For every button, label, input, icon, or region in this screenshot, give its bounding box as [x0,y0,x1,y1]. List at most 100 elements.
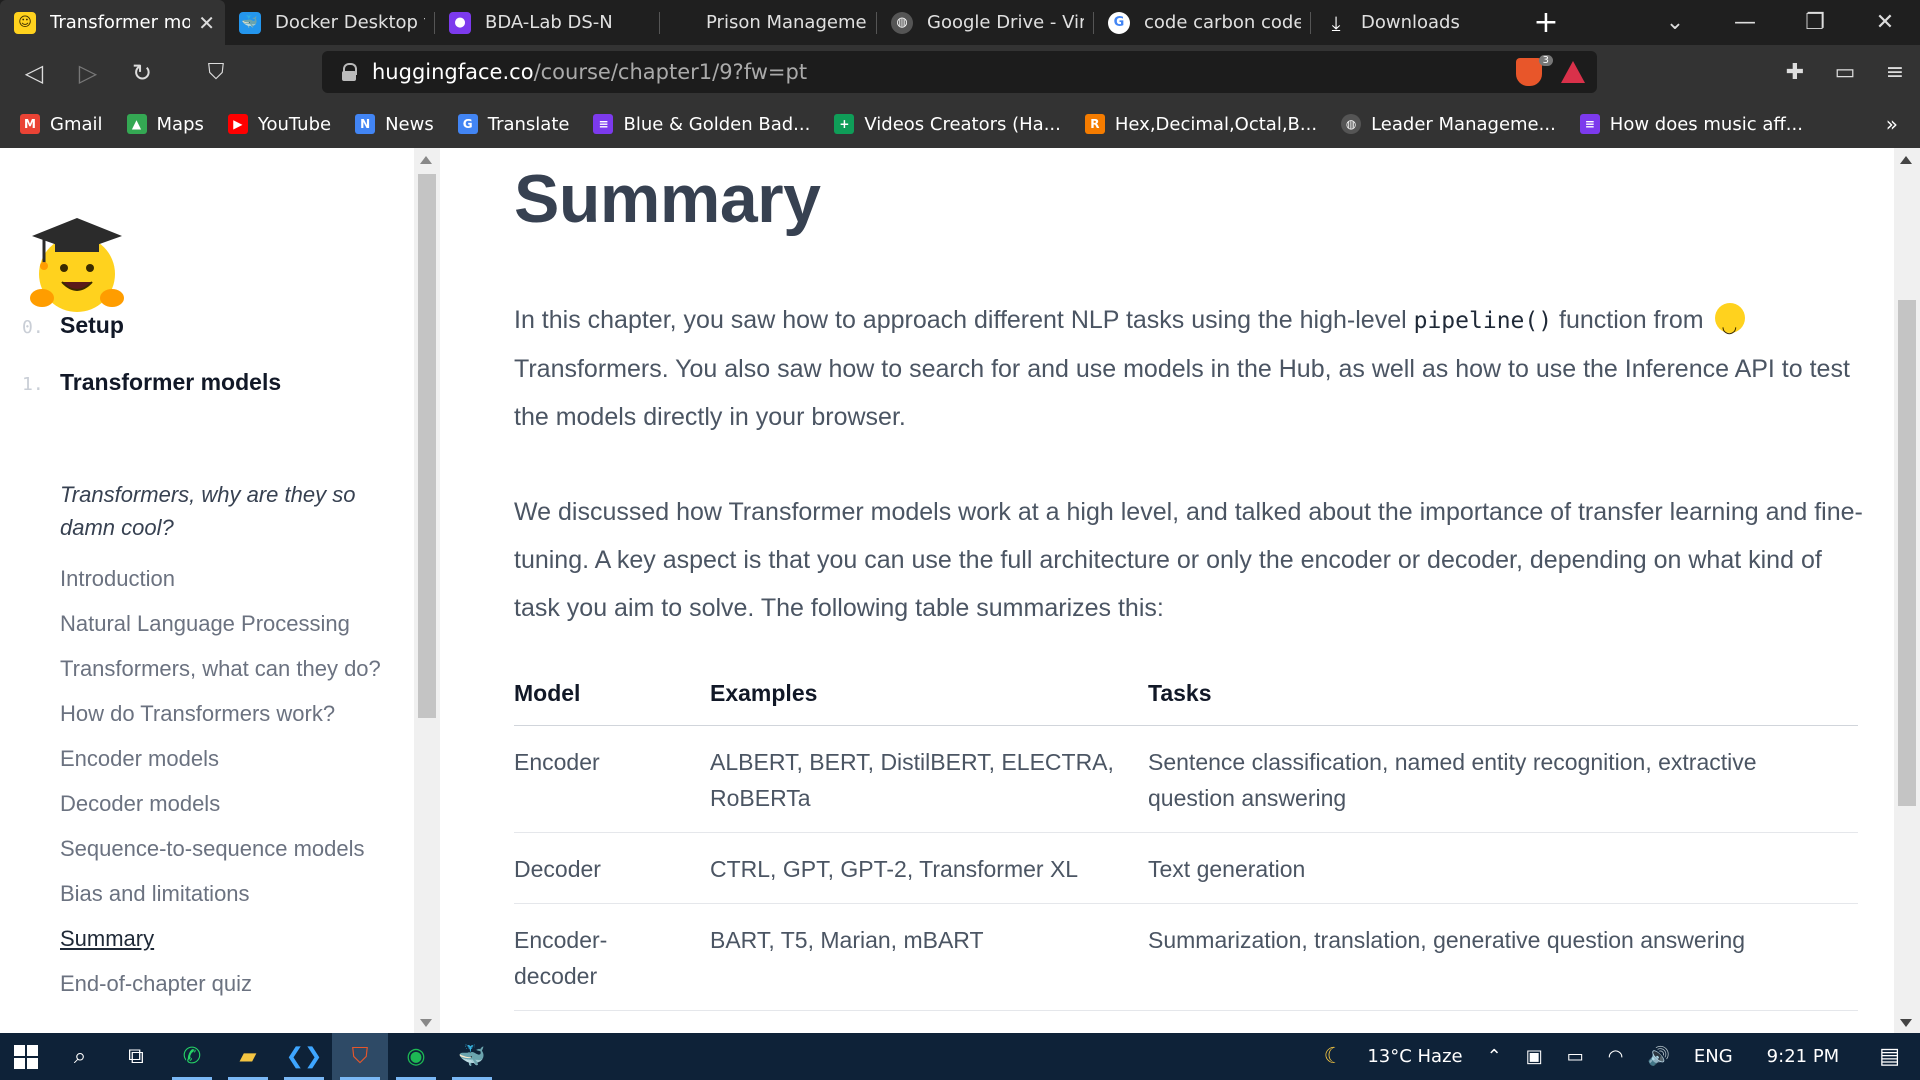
weather-text[interactable]: 13°C Haze [1367,1046,1462,1067]
intro-paragraph: In this chapter, you saw how to approach… [514,296,1874,441]
sidebar-item-nlp[interactable]: Natural Language Processing [60,607,400,640]
show-hidden-icons-icon[interactable]: ⌃ [1487,1046,1502,1067]
sidebar-item-why-cool[interactable]: Transformers, why are they so damn cool? [60,478,380,544]
sidebar-item-encoder-models[interactable]: Encoder models [60,742,400,775]
sheets-icon: + [834,114,855,134]
cell-examples: ALBERT, BERT, DistilBERT, ELECTRA, RoBER… [710,725,1148,833]
tab-title: Transformer models [50,12,191,33]
sidebar-item-bias[interactable]: Bias and limitations [60,877,400,910]
google-icon: G [1108,11,1130,34]
sidebar-scrollbar[interactable] [414,148,440,1033]
volume-icon[interactable]: 🔊 [1647,1046,1669,1067]
cell-model: Encoder [514,725,710,833]
main-content: Summary In this chapter, you saw how to … [440,148,1894,1033]
meet-icon[interactable]: ▣ [1526,1046,1543,1067]
bookmark-blue-golden[interactable]: ≡ Blue & Golden Bad... [593,114,810,135]
spotify-icon[interactable]: ◉ [388,1033,444,1080]
scrollbar-thumb[interactable] [418,174,436,718]
tab-downloads[interactable]: ⤓ Downloads [1311,0,1521,45]
file-explorer-icon[interactable]: ▰ [220,1033,276,1080]
minimize-button[interactable]: — [1710,0,1780,45]
sidebar-item-decoder-models[interactable]: Decoder models [60,787,400,820]
wallet-icon[interactable]: ▭ [1820,45,1870,100]
discussion-paragraph: We discussed how Transformer models work… [514,498,1863,622]
sidebar-item-seq2seq[interactable]: Sequence-to-sequence models [60,832,400,865]
table-row: Decoder CTRL, GPT, GPT-2, Transformer XL… [514,832,1858,904]
sidebar-item-summary[interactable]: Summary [60,922,400,955]
bookmark-videos-creators[interactable]: + Videos Creators (Ha... [834,114,1061,135]
brave-rewards-icon[interactable] [1561,61,1585,83]
close-window-button[interactable]: ✕ [1850,0,1920,45]
bookmark-music[interactable]: ≡ How does music aff... [1579,114,1803,135]
chapter-transformer-models[interactable]: 1. Transformer models [22,369,281,396]
forms-icon: ≡ [593,114,614,134]
bookmark-icon[interactable]: ⛉ [196,53,236,93]
url-path: /course/chapter1/9?fw=pt [533,60,808,84]
brave-shield-icon[interactable] [1516,58,1542,86]
chapter-number: 0. [22,317,44,338]
close-tab-icon[interactable]: ✕ [198,11,215,35]
tab-code-carbon[interactable]: G code carbon code p [1094,0,1311,45]
bookmark-maps[interactable]: ▲ Maps [126,114,204,135]
more-bookmarks-icon[interactable]: » [1886,112,1898,136]
bookmark-news[interactable]: N News [355,114,434,135]
reload-button[interactable]: ↻ [122,53,162,93]
bookmarks-bar: M Gmail ▲ Maps ▶ YouTube N News G Translate ≡… [0,100,1920,148]
paragraph-text: function from [1552,306,1711,334]
tab-bda-lab[interactable]: ● BDA-Lab DS-N [435,0,660,45]
language-indicator[interactable]: ENG [1694,1046,1733,1067]
chapter-setup[interactable]: 0. Setup [22,312,124,339]
notifications-icon[interactable]: ▤ [1879,1044,1900,1069]
column-header-model: Model [514,660,710,726]
gmail-icon: M [20,114,40,134]
hugging-face-logo-icon [30,218,124,312]
tab-title: BDA-Lab DS-N [485,12,613,33]
battery-icon[interactable]: ▭ [1567,1046,1584,1067]
chapter-number: 1. [22,374,44,395]
maximize-button[interactable]: ❐ [1780,0,1850,45]
task-view-icon[interactable]: ⧉ [108,1033,164,1080]
back-button[interactable]: ◁ [14,53,54,93]
sidebar-item-how-work[interactable]: How do Transformers work? [60,697,400,730]
navigation-bar: ◁ ▷ ↻ ⛉ huggingface.co/course/chapter1/9… [0,45,1920,100]
tab-docker-desktop[interactable]: 🐳 Docker Desktop for [225,0,435,45]
clock[interactable]: 9:21 PM [1767,1046,1840,1067]
menu-icon[interactable]: ≡ [1870,45,1920,100]
forward-button[interactable]: ▷ [68,53,108,93]
bookmark-hex-decimal[interactable]: R Hex,Decimal,Octal,B... [1084,114,1317,135]
main-scrollbar[interactable] [1894,148,1920,1033]
bookmark-youtube[interactable]: ▶ YouTube [227,114,331,135]
tab-title: Google Drive - Virus [927,12,1084,33]
tab-prison-management[interactable]: Prison Management [660,0,877,45]
scroll-down-icon[interactable] [420,1019,432,1027]
sidebar-item-introduction[interactable]: Introduction [60,562,400,595]
address-bar[interactable]: huggingface.co/course/chapter1/9?fw=pt 3 [322,51,1597,93]
sidebar-item-what-can-they-do[interactable]: Transformers, what can they do? [60,652,400,685]
tab-google-drive[interactable]: ◍ Google Drive - Virus [877,0,1094,45]
new-tab-button[interactable]: + [1521,0,1571,45]
start-button[interactable] [0,1033,52,1080]
brave-browser-icon[interactable]: ⛉ [332,1033,388,1080]
summary-table: Model Examples Tasks Encoder ALBERT, BER… [514,660,1858,1011]
sidebar-item-quiz[interactable]: End-of-chapter quiz [60,967,400,1000]
vscode-icon[interactable]: ❮❯ [276,1033,332,1080]
scroll-up-icon[interactable] [1900,156,1912,164]
bookmark-gmail[interactable]: M Gmail [20,114,103,135]
tab-search-icon[interactable]: ⌄ [1640,0,1710,45]
bookmark-translate[interactable]: G Translate [457,114,569,135]
maps-icon: ▲ [126,114,147,134]
scroll-down-icon[interactable] [1900,1019,1912,1027]
extensions-icon[interactable]: ✚ [1770,45,1820,100]
cell-examples: BART, T5, Marian, mBART [710,903,1148,1011]
scroll-up-icon[interactable] [420,156,432,164]
tab-transformer-models[interactable]: ☺ Transformer models ✕ [0,0,225,45]
search-icon[interactable]: ⌕ [52,1033,108,1080]
wifi-icon[interactable]: ◠ [1608,1046,1624,1067]
bookmark-label: Gmail [50,113,103,135]
docker-icon[interactable]: 🐳 [444,1033,500,1080]
tab-title: Prison Management [706,12,867,33]
scrollbar-thumb[interactable] [1898,300,1916,806]
lock-icon[interactable] [342,63,357,81]
bookmark-leader-management[interactable]: ◍ Leader Manageme... [1341,114,1556,135]
whatsapp-icon[interactable]: ✆ [164,1033,220,1080]
